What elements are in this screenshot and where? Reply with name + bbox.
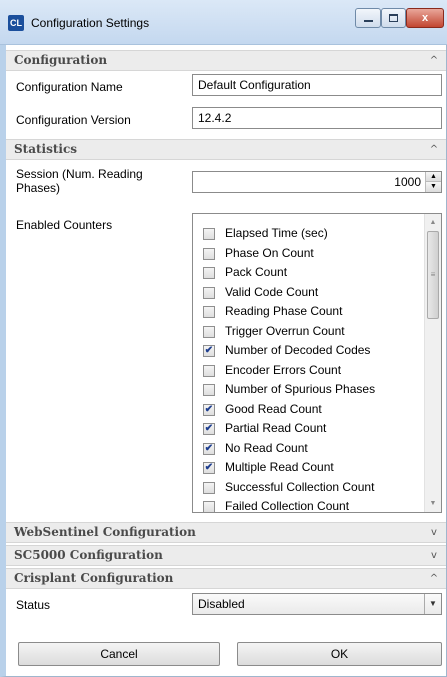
ok-button[interactable]: OK: [237, 642, 442, 666]
counter-label: Phase On Count: [225, 245, 314, 260]
checkbox-checked[interactable]: ✔: [203, 403, 215, 416]
title-bar[interactable]: CL Configuration Settings x: [0, 0, 447, 45]
minimize-icon: [363, 20, 373, 22]
enabled-counters-label: Enabled Counters: [16, 218, 113, 232]
counter-label: Number of Decoded Codes: [225, 343, 371, 357]
close-icon: x: [421, 12, 429, 24]
section-title: Statistics: [14, 142, 78, 156]
section-header-statistics[interactable]: Statistics ^: [6, 139, 446, 160]
counter-label: Partial Read Count: [225, 421, 327, 435]
session-value: 1000: [394, 175, 421, 189]
spin-down-icon[interactable]: ▼: [426, 182, 441, 192]
close-button[interactable]: x: [406, 8, 444, 28]
counter-label: No Read Count: [225, 440, 308, 455]
checkbox-checked[interactable]: ✔: [203, 423, 215, 435]
chevron-down-icon: v: [431, 527, 437, 538]
status-label: Status: [16, 598, 51, 612]
checkbox-unchecked[interactable]: [203, 247, 215, 260]
checkbox-unchecked[interactable]: [203, 228, 215, 240]
counter-label: Pack Count: [225, 265, 288, 279]
section-header-sc5000[interactable]: SC5000 Configuration v: [6, 545, 446, 566]
checkbox-unchecked[interactable]: [203, 325, 215, 338]
counter-label: Valid Code Count: [225, 284, 319, 299]
checkbox-unchecked[interactable]: [203, 501, 215, 512]
checkbox-unchecked[interactable]: [203, 306, 215, 318]
cancel-button[interactable]: Cancel: [18, 642, 220, 666]
session-stepper[interactable]: 1000 ▲ ▼: [192, 171, 442, 193]
checkbox-unchecked[interactable]: [203, 384, 215, 396]
counter-label: Encoder Errors Count: [225, 362, 342, 377]
section-header-configuration[interactable]: Configuration ^: [6, 50, 446, 71]
spin-up-icon[interactable]: ▲: [426, 172, 441, 182]
chevron-up-icon: ^: [429, 144, 439, 155]
configuration-version-field[interactable]: 12.4.2: [192, 107, 442, 129]
checkbox-checked[interactable]: ✔: [203, 345, 215, 357]
section-title: WebSentinel Configuration: [14, 525, 196, 539]
checkbox-checked[interactable]: ✔: [203, 462, 215, 474]
counter-label: Good Read Count: [225, 401, 322, 416]
status-value: Disabled: [198, 597, 245, 611]
counter-label: Number of Spurious Phases: [225, 382, 376, 396]
scroll-down-icon[interactable]: ▼: [425, 495, 441, 512]
chevron-down-icon: v: [431, 550, 437, 561]
maximize-icon: [389, 14, 398, 22]
counter-label: Successful Collection Count: [225, 479, 375, 494]
maximize-button[interactable]: [381, 8, 406, 28]
counter-label: Failed Collection Count: [225, 499, 350, 513]
section-title: Crisplant Configuration: [14, 571, 174, 585]
section-title: SC5000 Configuration: [14, 548, 163, 562]
stepper-buttons: ▲ ▼: [425, 172, 441, 192]
counter-label: Reading Phase Count: [225, 304, 343, 318]
session-label: Session (Num. Reading Phases): [16, 167, 143, 195]
scroll-thumb[interactable]: ≡: [427, 231, 439, 319]
counter-label: Multiple Read Count: [225, 460, 334, 474]
counter-label: Elapsed Time (sec): [225, 226, 328, 240]
checkbox-checked[interactable]: ✔: [203, 442, 215, 455]
section-header-crisplant[interactable]: Crisplant Configuration ^: [6, 568, 446, 589]
checkbox-unchecked[interactable]: [203, 481, 215, 494]
enabled-counters-list[interactable]: Elapsed Time (sec) Phase On Count Pack Cou…: [192, 213, 442, 513]
checkbox-unchecked[interactable]: [203, 364, 215, 377]
configuration-name-label: Configuration Name: [16, 80, 123, 94]
chevron-up-icon: ^: [429, 573, 439, 584]
configuration-version-label: Configuration Version: [16, 113, 131, 127]
scroll-up-icon[interactable]: ▲: [425, 214, 441, 231]
configuration-settings-window: CL Configuration Settings x Configuratio…: [0, 0, 447, 677]
section-header-websentinel[interactable]: WebSentinel Configuration v: [6, 522, 446, 543]
chevron-down-icon[interactable]: ▼: [424, 594, 441, 614]
checkbox-unchecked[interactable]: [203, 286, 215, 299]
window-title: Configuration Settings: [31, 16, 150, 30]
minimize-button[interactable]: [355, 8, 381, 28]
chevron-up-icon: ^: [429, 55, 439, 66]
section-title: Configuration: [14, 53, 108, 67]
status-select[interactable]: Disabled ▼: [192, 593, 442, 615]
configuration-name-field[interactable]: Default Configuration: [192, 74, 442, 96]
app-icon: CL: [8, 15, 24, 31]
checkbox-unchecked[interactable]: [203, 267, 215, 279]
counter-label: Trigger Overrun Count: [225, 323, 345, 338]
vertical-scrollbar[interactable]: ▲ ≡ ▼: [424, 214, 441, 512]
